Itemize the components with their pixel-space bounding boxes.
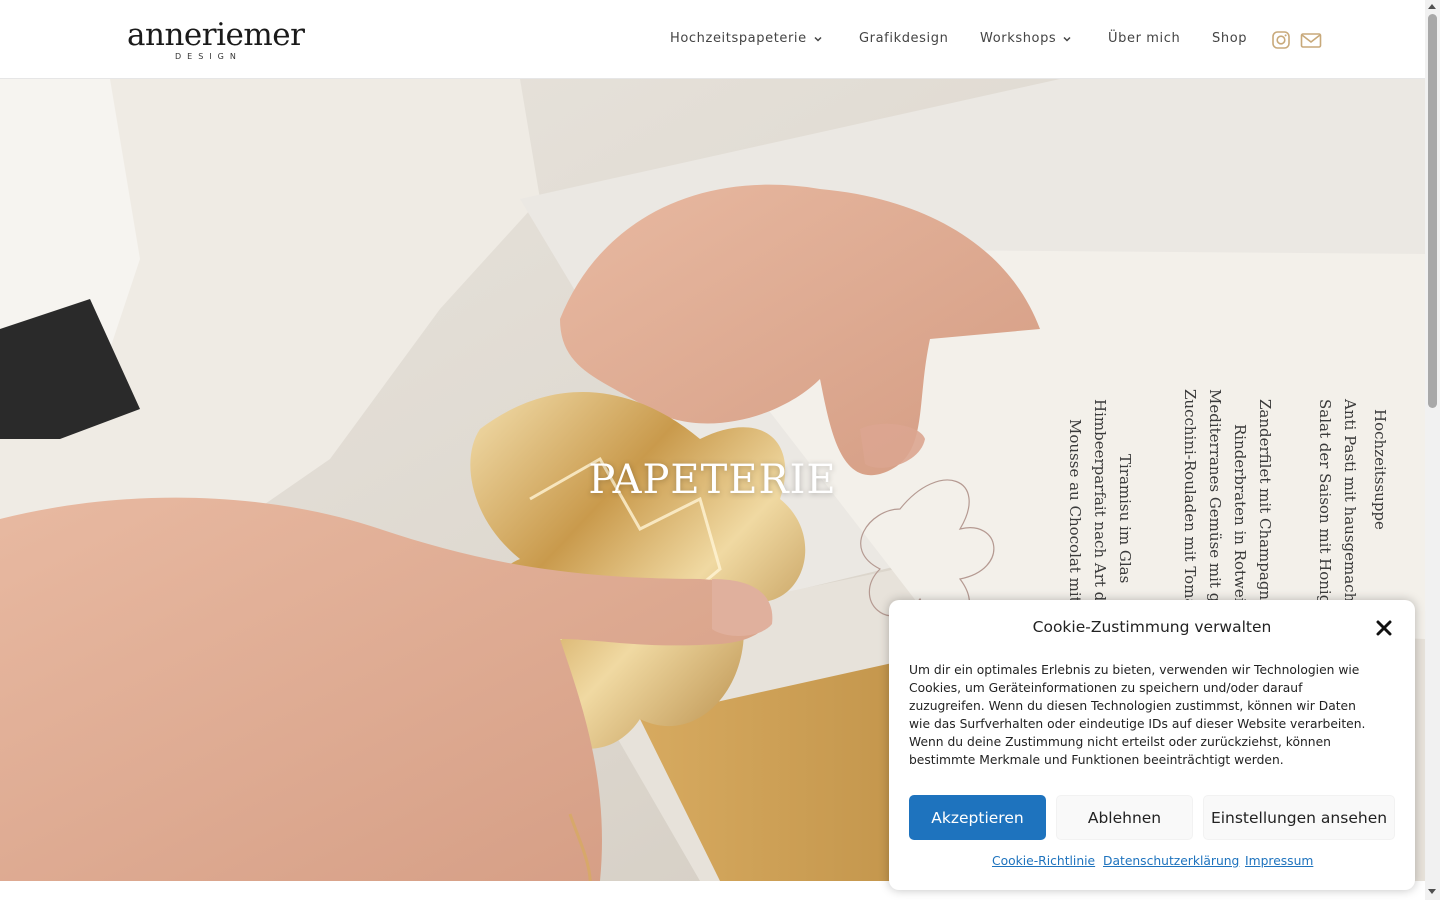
site-header: anneriemer DESIGN Hochzeitspapeterie Gra… bbox=[0, 0, 1425, 79]
nav-label: Grafikdesign bbox=[859, 31, 949, 46]
nav-item-hochzeitspapeterie[interactable]: Hochzeitspapeterie bbox=[670, 31, 823, 46]
nav-item-shop[interactable]: Shop bbox=[1212, 31, 1247, 46]
chevron-down-icon bbox=[1063, 36, 1071, 42]
logo-subtext: DESIGN bbox=[175, 52, 242, 61]
privacy-policy-link[interactable]: Datenschutzerklärung bbox=[1103, 854, 1239, 868]
cookie-policy-link[interactable]: Cookie-Richtlinie bbox=[992, 854, 1095, 868]
cookie-consent-dialog: Cookie-Zustimmung verwalten Um dir ein o… bbox=[889, 600, 1415, 890]
logo-wordmark: anneriemer bbox=[127, 17, 305, 53]
scroll-up-arrow-icon[interactable] bbox=[1428, 4, 1436, 9]
site-logo[interactable]: anneriemer DESIGN bbox=[127, 16, 305, 64]
imprint-link[interactable]: Impressum bbox=[1245, 854, 1313, 868]
nav-item-ueber-mich[interactable]: Über mich bbox=[1108, 31, 1180, 46]
scroll-down-arrow-icon[interactable] bbox=[1428, 889, 1436, 894]
hero-title: PAPETERIE bbox=[588, 457, 837, 503]
nav-label: Shop bbox=[1212, 31, 1248, 46]
scrollbar-thumb[interactable] bbox=[1428, 14, 1437, 408]
accept-button[interactable]: Akzeptieren bbox=[909, 795, 1046, 840]
page-scrollbar[interactable] bbox=[1425, 0, 1440, 900]
instagram-icon[interactable] bbox=[1271, 30, 1291, 50]
mail-icon[interactable] bbox=[1300, 30, 1322, 50]
nav-label: Hochzeitspapeterie bbox=[670, 31, 807, 46]
nav-label: Über mich bbox=[1108, 31, 1181, 46]
deny-button[interactable]: Ablehnen bbox=[1056, 795, 1193, 840]
nav-item-grafikdesign[interactable]: Grafikdesign bbox=[859, 31, 948, 46]
nav-item-workshops[interactable]: Workshops bbox=[980, 31, 1072, 46]
view-preferences-button[interactable]: Einstellungen ansehen bbox=[1203, 795, 1395, 840]
close-icon[interactable] bbox=[1375, 619, 1393, 637]
cookie-dialog-text: Um dir ein optimales Erlebnis zu bieten,… bbox=[909, 663, 1366, 767]
cookie-dialog-title: Cookie-Zustimmung verwalten bbox=[1032, 618, 1272, 636]
nav-label: Workshops bbox=[980, 31, 1057, 46]
chevron-down-icon bbox=[814, 36, 822, 42]
